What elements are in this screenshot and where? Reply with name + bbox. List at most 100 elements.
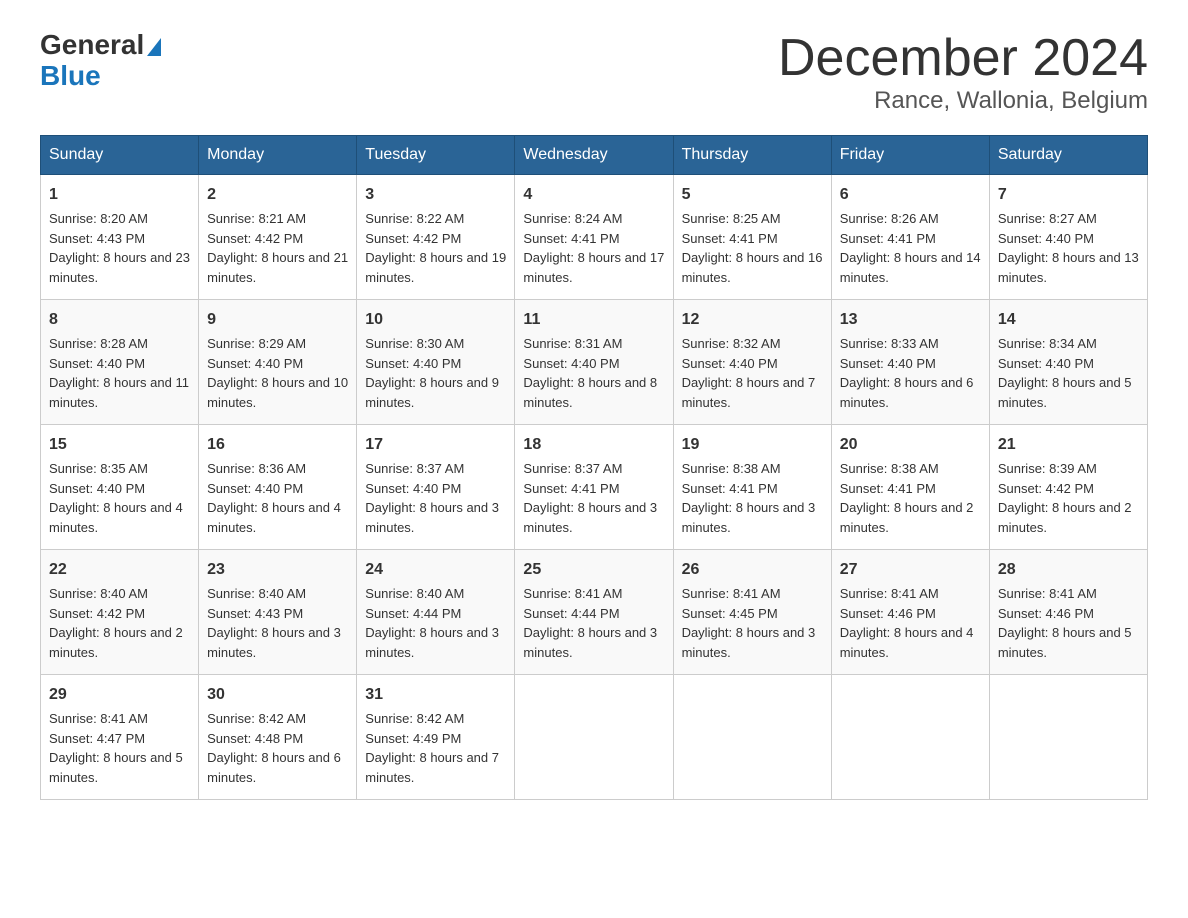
calendar-cell: 10 Sunrise: 8:30 AMSunset: 4:40 PMDayligh… <box>357 300 515 425</box>
day-info: Sunrise: 8:28 AMSunset: 4:40 PMDaylight:… <box>49 336 189 410</box>
day-info: Sunrise: 8:25 AMSunset: 4:41 PMDaylight:… <box>682 211 823 285</box>
day-number: 2 <box>207 183 348 207</box>
col-header-thursday: Thursday <box>673 136 831 175</box>
calendar-cell: 3Sunrise: 8:22 AMSunset: 4:42 PMDaylight… <box>357 175 515 300</box>
day-info: Sunrise: 8:20 AMSunset: 4:43 PMDaylight:… <box>49 211 190 285</box>
day-info: Sunrise: 8:31 AMSunset: 4:40 PMDaylight:… <box>523 336 657 410</box>
calendar-cell: 14 Sunrise: 8:34 AMSunset: 4:40 PMDayligh… <box>989 300 1147 425</box>
calendar-cell: 9Sunrise: 8:29 AMSunset: 4:40 PMDaylight… <box>199 300 357 425</box>
calendar-cell: 27 Sunrise: 8:41 AMSunset: 4:46 PMDayligh… <box>831 550 989 675</box>
page-header: General Blue December 2024 Rance, Wallon… <box>40 30 1148 115</box>
day-number: 23 <box>207 558 348 582</box>
day-number: 26 <box>682 558 823 582</box>
calendar-cell: 5 Sunrise: 8:25 AMSunset: 4:41 PMDaylight… <box>673 175 831 300</box>
day-info: Sunrise: 8:24 AMSunset: 4:41 PMDaylight:… <box>523 211 664 285</box>
day-number: 25 <box>523 558 664 582</box>
day-number: 5 <box>682 183 823 207</box>
day-info: Sunrise: 8:22 AMSunset: 4:42 PMDaylight:… <box>365 211 506 285</box>
day-info: Sunrise: 8:32 AMSunset: 4:40 PMDaylight:… <box>682 336 816 410</box>
col-header-monday: Monday <box>199 136 357 175</box>
location-title: Rance, Wallonia, Belgium <box>778 87 1148 115</box>
day-number: 7 <box>998 183 1139 207</box>
day-info: Sunrise: 8:38 AMSunset: 4:41 PMDaylight:… <box>840 461 974 535</box>
day-info: Sunrise: 8:37 AMSunset: 4:40 PMDaylight:… <box>365 461 499 535</box>
day-info: Sunrise: 8:41 AMSunset: 4:47 PMDaylight:… <box>49 711 183 785</box>
calendar-cell: 1 Sunrise: 8:20 AMSunset: 4:43 PMDaylight… <box>41 175 199 300</box>
calendar-cell: 28 Sunrise: 8:41 AMSunset: 4:46 PMDayligh… <box>989 550 1147 675</box>
calendar-cell: 25Sunrise: 8:41 AMSunset: 4:44 PMDayligh… <box>515 550 673 675</box>
day-info: Sunrise: 8:42 AMSunset: 4:49 PMDaylight:… <box>365 711 499 785</box>
day-number: 9 <box>207 308 348 332</box>
day-info: Sunrise: 8:42 AMSunset: 4:48 PMDaylight:… <box>207 711 341 785</box>
calendar-cell: 8 Sunrise: 8:28 AMSunset: 4:40 PMDaylight… <box>41 300 199 425</box>
day-info: Sunrise: 8:26 AMSunset: 4:41 PMDaylight:… <box>840 211 981 285</box>
day-number: 18 <box>523 433 664 457</box>
calendar-cell: 26 Sunrise: 8:41 AMSunset: 4:45 PMDayligh… <box>673 550 831 675</box>
day-number: 17 <box>365 433 506 457</box>
day-number: 21 <box>998 433 1139 457</box>
calendar-table: SundayMondayTuesdayWednesdayThursdayFrid… <box>40 135 1148 800</box>
calendar-cell: 17 Sunrise: 8:37 AMSunset: 4:40 PMDayligh… <box>357 425 515 550</box>
col-header-saturday: Saturday <box>989 136 1147 175</box>
day-info: Sunrise: 8:41 AMSunset: 4:45 PMDaylight:… <box>682 586 816 660</box>
logo: General Blue <box>40 30 161 92</box>
day-info: Sunrise: 8:41 AMSunset: 4:46 PMDaylight:… <box>998 586 1132 660</box>
day-number: 13 <box>840 308 981 332</box>
day-number: 29 <box>49 683 190 707</box>
calendar-cell: 15 Sunrise: 8:35 AMSunset: 4:40 PMDayligh… <box>41 425 199 550</box>
day-number: 27 <box>840 558 981 582</box>
day-info: Sunrise: 8:34 AMSunset: 4:40 PMDaylight:… <box>998 336 1132 410</box>
day-info: Sunrise: 8:38 AMSunset: 4:41 PMDaylight:… <box>682 461 816 535</box>
day-info: Sunrise: 8:33 AMSunset: 4:40 PMDaylight:… <box>840 336 974 410</box>
month-title: December 2024 <box>778 30 1148 87</box>
day-number: 1 <box>49 183 190 207</box>
day-info: Sunrise: 8:35 AMSunset: 4:40 PMDaylight:… <box>49 461 183 535</box>
calendar-cell: 6 Sunrise: 8:26 AMSunset: 4:41 PMDaylight… <box>831 175 989 300</box>
calendar-cell: 31Sunrise: 8:42 AMSunset: 4:49 PMDayligh… <box>357 675 515 800</box>
day-info: Sunrise: 8:37 AMSunset: 4:41 PMDaylight:… <box>523 461 657 535</box>
day-info: Sunrise: 8:40 AMSunset: 4:42 PMDaylight:… <box>49 586 183 660</box>
day-number: 30 <box>207 683 348 707</box>
calendar-cell <box>515 675 673 800</box>
day-info: Sunrise: 8:41 AMSunset: 4:46 PMDaylight:… <box>840 586 974 660</box>
calendar-cell <box>673 675 831 800</box>
day-number: 6 <box>840 183 981 207</box>
day-number: 22 <box>49 558 190 582</box>
day-info: Sunrise: 8:27 AMSunset: 4:40 PMDaylight:… <box>998 211 1139 285</box>
week-row-5: 29 Sunrise: 8:41 AMSunset: 4:47 PMDayligh… <box>41 675 1148 800</box>
day-number: 16 <box>207 433 348 457</box>
calendar-cell: 16 Sunrise: 8:36 AMSunset: 4:40 PMDayligh… <box>199 425 357 550</box>
day-info: Sunrise: 8:21 AMSunset: 4:42 PMDaylight:… <box>207 211 348 285</box>
day-number: 19 <box>682 433 823 457</box>
calendar-cell: 4 Sunrise: 8:24 AMSunset: 4:41 PMDaylight… <box>515 175 673 300</box>
calendar-cell: 19 Sunrise: 8:38 AMSunset: 4:41 PMDayligh… <box>673 425 831 550</box>
week-row-4: 22 Sunrise: 8:40 AMSunset: 4:42 PMDayligh… <box>41 550 1148 675</box>
calendar-cell: 13 Sunrise: 8:33 AMSunset: 4:40 PMDayligh… <box>831 300 989 425</box>
day-number: 4 <box>523 183 664 207</box>
calendar-cell: 30 Sunrise: 8:42 AMSunset: 4:48 PMDayligh… <box>199 675 357 800</box>
day-number: 28 <box>998 558 1139 582</box>
calendar-cell: 20Sunrise: 8:38 AMSunset: 4:41 PMDayligh… <box>831 425 989 550</box>
day-info: Sunrise: 8:30 AMSunset: 4:40 PMDaylight:… <box>365 336 499 410</box>
day-number: 24 <box>365 558 506 582</box>
day-number: 14 <box>998 308 1139 332</box>
title-block: December 2024 Rance, Wallonia, Belgium <box>778 30 1148 115</box>
col-header-tuesday: Tuesday <box>357 136 515 175</box>
day-number: 15 <box>49 433 190 457</box>
calendar-cell: 18 Sunrise: 8:37 AMSunset: 4:41 PMDayligh… <box>515 425 673 550</box>
calendar-cell: 23 Sunrise: 8:40 AMSunset: 4:43 PMDayligh… <box>199 550 357 675</box>
week-row-1: 1 Sunrise: 8:20 AMSunset: 4:43 PMDaylight… <box>41 175 1148 300</box>
calendar-cell: 29 Sunrise: 8:41 AMSunset: 4:47 PMDayligh… <box>41 675 199 800</box>
col-header-friday: Friday <box>831 136 989 175</box>
col-header-sunday: Sunday <box>41 136 199 175</box>
day-number: 8 <box>49 308 190 332</box>
calendar-cell: 2 Sunrise: 8:21 AMSunset: 4:42 PMDaylight… <box>199 175 357 300</box>
day-number: 10 <box>365 308 506 332</box>
day-info: Sunrise: 8:40 AMSunset: 4:43 PMDaylight:… <box>207 586 341 660</box>
day-info: Sunrise: 8:40 AMSunset: 4:44 PMDaylight:… <box>365 586 499 660</box>
week-row-3: 15 Sunrise: 8:35 AMSunset: 4:40 PMDayligh… <box>41 425 1148 550</box>
calendar-cell <box>989 675 1147 800</box>
day-info: Sunrise: 8:36 AMSunset: 4:40 PMDaylight:… <box>207 461 341 535</box>
day-number: 12 <box>682 308 823 332</box>
logo-general-text: General <box>40 30 161 61</box>
